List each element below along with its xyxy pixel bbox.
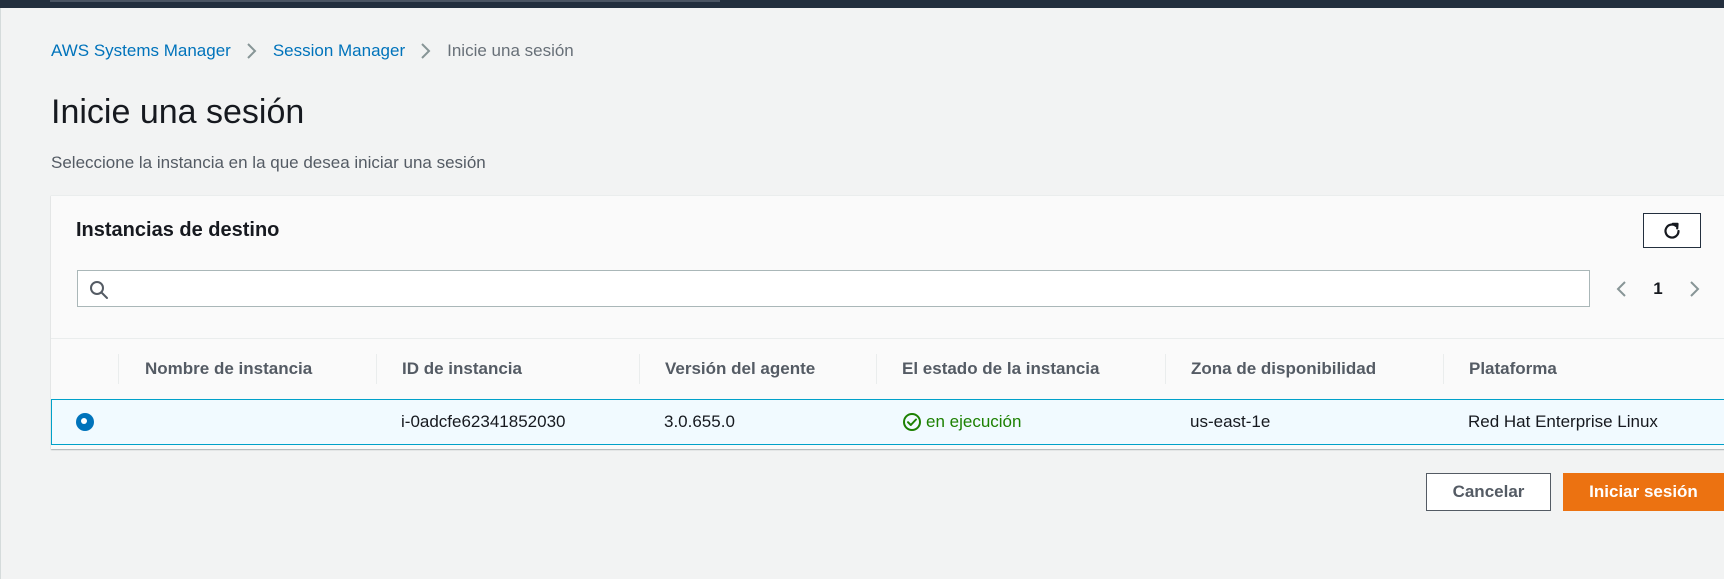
page-title: Inicie una sesión xyxy=(51,93,305,131)
chevron-right-icon xyxy=(243,40,261,62)
column-separator xyxy=(1443,354,1444,384)
current-page-number[interactable]: 1 xyxy=(1649,277,1667,301)
column-separator xyxy=(876,354,877,384)
check-circle-icon xyxy=(903,413,921,431)
target-instances-panel: Instancias de destino 1 Nombre de instan… xyxy=(51,195,1724,449)
table-row[interactable]: i-0adcfe62341852030 3.0.655.0 en ejecuci… xyxy=(51,399,1724,445)
column-header-instance-id[interactable]: ID de instancia xyxy=(402,339,522,399)
cell-instance-id: i-0adcfe62341852030 xyxy=(401,412,566,431)
cell-availability-zone: us-east-1e xyxy=(1190,412,1271,431)
column-header-platform[interactable]: Plataforma xyxy=(1469,339,1557,399)
cell-platform: Red Hat Enterprise Linux xyxy=(1468,412,1658,431)
refresh-icon xyxy=(1664,222,1680,239)
chevron-right-icon xyxy=(1690,281,1700,297)
table-header: Nombre de instancia ID de instancia Vers… xyxy=(51,338,1724,399)
next-page-button[interactable] xyxy=(1686,277,1702,301)
cell-agent-version: 3.0.655.0 xyxy=(664,412,735,431)
column-separator xyxy=(376,354,377,384)
column-header-availability-zone[interactable]: Zona de disponibilidad xyxy=(1191,339,1376,399)
chevron-left-icon xyxy=(1616,281,1626,297)
search-input[interactable] xyxy=(118,273,1582,306)
refresh-button[interactable] xyxy=(1643,213,1701,248)
previous-page-button[interactable] xyxy=(1614,277,1630,301)
breadcrumb-session-manager[interactable]: Session Manager xyxy=(273,41,405,61)
search-icon xyxy=(90,281,108,299)
breadcrumb-systems-manager[interactable]: AWS Systems Manager xyxy=(51,41,231,61)
breadcrumb-current: Inicie una sesión xyxy=(447,41,574,60)
column-separator xyxy=(639,354,640,384)
column-header-instance-name[interactable]: Nombre de instancia xyxy=(145,339,312,399)
column-separator xyxy=(118,354,119,384)
top-bar-accent xyxy=(50,0,720,2)
panel-title: Instancias de destino xyxy=(76,219,280,241)
row-select-radio[interactable] xyxy=(76,413,94,431)
left-border xyxy=(0,8,1,579)
column-header-instance-state[interactable]: El estado de la instancia xyxy=(902,339,1099,399)
page-description: Seleccione la instancia en la que desea … xyxy=(51,153,486,172)
status-text: en ejecución xyxy=(926,412,1022,431)
chevron-right-icon xyxy=(417,40,435,62)
start-session-button[interactable]: Iniciar sesión xyxy=(1563,473,1724,511)
cell-instance-state: en ejecución xyxy=(902,400,1021,444)
search-field[interactable] xyxy=(77,270,1590,307)
breadcrumb: AWS Systems Manager Session Manager Inic… xyxy=(51,40,574,62)
cancel-button[interactable]: Cancelar xyxy=(1426,473,1551,511)
column-header-agent-version[interactable]: Versión del agente xyxy=(665,339,815,399)
column-separator xyxy=(1165,354,1166,384)
